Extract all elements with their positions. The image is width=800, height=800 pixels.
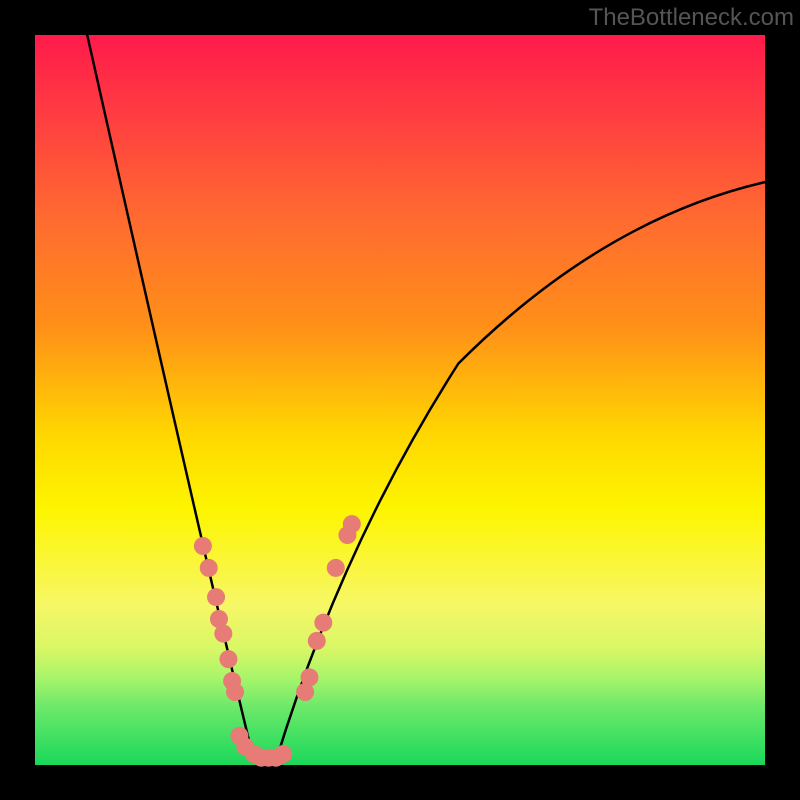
markers-right-group [296, 515, 361, 701]
data-marker [207, 588, 225, 606]
curve-right-limb [276, 181, 770, 761]
data-marker [194, 537, 212, 555]
data-marker [327, 559, 345, 577]
data-marker [214, 625, 232, 643]
watermark-text: TheBottleneck.com [589, 4, 794, 32]
chart-overlay [35, 35, 765, 765]
markers-valley-group [230, 727, 292, 767]
data-marker [308, 632, 326, 650]
data-marker [219, 650, 237, 668]
data-marker [300, 668, 318, 686]
markers-left-group [194, 537, 244, 701]
data-marker [343, 515, 361, 533]
data-marker [200, 559, 218, 577]
data-marker [274, 745, 292, 763]
data-marker [314, 614, 332, 632]
data-marker [226, 683, 244, 701]
black-frame: TheBottleneck.com [0, 0, 800, 800]
